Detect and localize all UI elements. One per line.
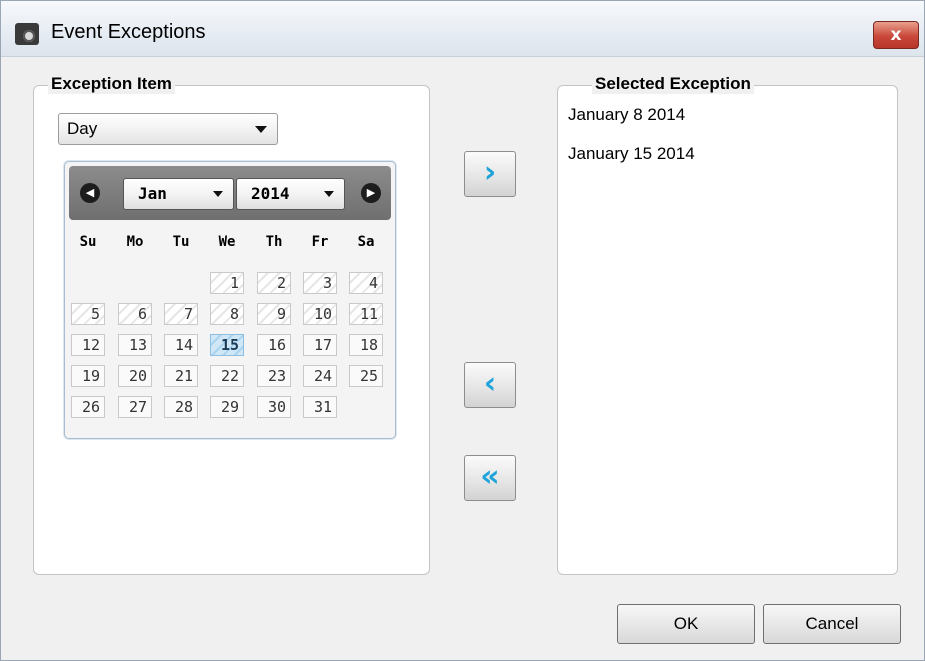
calendar-day[interactable]: 30	[257, 396, 291, 418]
calendar-day[interactable]: 13	[118, 334, 152, 356]
weekday-label: We	[218, 234, 236, 250]
selected-exception-group-title: Selected Exception	[592, 74, 754, 94]
exception-type-select[interactable]: Day	[58, 113, 278, 145]
weekday-label: Th	[265, 234, 283, 250]
calendar-day[interactable]: 8	[210, 303, 244, 325]
calendar-day[interactable]: 10	[303, 303, 337, 325]
weekday-label: Tu	[172, 234, 190, 250]
calendar-day[interactable]: 23	[257, 365, 291, 387]
calendar-day[interactable]: 6	[118, 303, 152, 325]
calendar-day[interactable]: 16	[257, 334, 291, 356]
chevron-down-icon	[324, 191, 334, 197]
calendar-day[interactable]: 20	[118, 365, 152, 387]
month-select[interactable]: Jan	[123, 178, 234, 210]
calendar-day[interactable]: 26	[71, 396, 105, 418]
calendar-day[interactable]: 24	[303, 365, 337, 387]
month-value: Jan	[138, 184, 167, 203]
exception-item-group-title: Exception Item	[48, 74, 175, 94]
remove-exception-button[interactable]: ‹	[464, 362, 516, 408]
calendar-day[interactable]: 31	[303, 396, 337, 418]
calendar-day[interactable]: 19	[71, 365, 105, 387]
weekday-label: Sa	[357, 234, 375, 250]
ok-button[interactable]: OK	[617, 604, 755, 644]
calendar-day[interactable]: 3	[303, 272, 337, 294]
calendar-day[interactable]: 25	[349, 365, 383, 387]
calendar-day[interactable]: 14	[164, 334, 198, 356]
calendar-day[interactable]: 21	[164, 365, 198, 387]
calendar-day[interactable]: 2	[257, 272, 291, 294]
calendar-day[interactable]: 5	[71, 303, 105, 325]
calendar: ◀ Jan 2014 ▶ Su Mo Tu We Th Fr Sa 1 2 3 4 5 6 7 8 9 10 1…	[64, 161, 396, 439]
calendar-day[interactable]: 27	[118, 396, 152, 418]
exception-type-value: Day	[67, 119, 98, 138]
app-icon	[15, 23, 39, 45]
close-button[interactable]: x	[873, 21, 919, 49]
calendar-day[interactable]: 29	[210, 396, 244, 418]
calendar-day[interactable]: 12	[71, 334, 105, 356]
calendar-day[interactable]: 18	[349, 334, 383, 356]
remove-all-exceptions-button[interactable]: «	[464, 455, 516, 501]
calendar-day[interactable]: 4	[349, 272, 383, 294]
window-title: Event Exceptions	[51, 21, 206, 43]
calendar-day[interactable]: 17	[303, 334, 337, 356]
event-exceptions-dialog: Event Exceptions x Exception Item Day ◀ …	[0, 0, 925, 661]
year-select[interactable]: 2014	[236, 178, 345, 210]
calendar-day[interactable]: 7	[164, 303, 198, 325]
add-exception-button[interactable]: ›	[464, 151, 516, 197]
chevron-down-icon	[255, 126, 267, 133]
calendar-day[interactable]: 9	[257, 303, 291, 325]
calendar-day[interactable]: 11	[349, 303, 383, 325]
next-month-icon[interactable]: ▶	[361, 183, 381, 203]
calendar-day[interactable]: 1	[210, 272, 244, 294]
cancel-button[interactable]: Cancel	[763, 604, 901, 644]
weekday-label: Fr	[311, 234, 329, 250]
weekday-label: Su	[79, 234, 97, 250]
list-item[interactable]: January 15 2014	[568, 144, 695, 164]
chevron-down-icon	[213, 191, 223, 197]
calendar-day[interactable]: 15	[210, 334, 244, 356]
year-value: 2014	[251, 184, 290, 203]
previous-month-icon[interactable]: ◀	[80, 183, 100, 203]
calendar-header: ◀ Jan 2014 ▶	[69, 166, 391, 220]
calendar-day[interactable]: 28	[164, 396, 198, 418]
calendar-day[interactable]: 22	[210, 365, 244, 387]
title-bar: Event Exceptions x	[1, 1, 924, 57]
weekday-label: Mo	[126, 234, 144, 250]
list-item[interactable]: January 8 2014	[568, 105, 685, 125]
